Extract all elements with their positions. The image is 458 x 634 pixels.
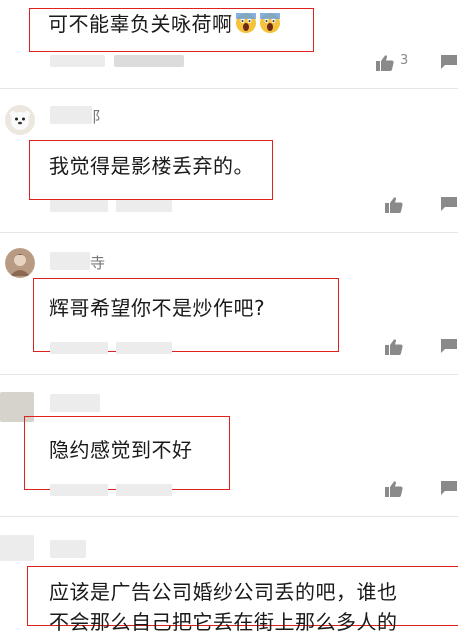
comment-text: 我觉得是影楼丢弃的。 [49, 154, 254, 178]
comment-text-line: 应该是广告公司婚纱公司丢的吧，谁也 [49, 580, 398, 604]
username-fragment: 寺 [90, 254, 106, 272]
blurred-timestamp [116, 484, 172, 496]
like-icon[interactable] [385, 481, 403, 497]
divider [0, 88, 458, 89]
like-icon[interactable] [385, 197, 403, 213]
avatar[interactable] [5, 105, 35, 135]
reply-icon[interactable] [441, 55, 457, 69]
blurred-username [50, 394, 100, 412]
comment-text-body: 可不能辜负关咏荷啊 [48, 12, 233, 36]
blurred-timestamp [50, 484, 108, 496]
avatar[interactable] [5, 248, 35, 278]
blurred-avatar [0, 535, 34, 561]
divider [0, 232, 458, 233]
blurred-username [50, 252, 90, 270]
comment-text: 隐约感觉到不好 [49, 438, 193, 462]
reply-icon[interactable] [441, 481, 457, 495]
blurred-timestamp [50, 55, 105, 67]
reply-icon[interactable] [441, 197, 457, 211]
blurred-timestamp [50, 200, 108, 212]
reply-icon[interactable] [441, 339, 457, 353]
comment-text-line: 不会那么自己把它丢在街上那么多人的 [49, 610, 398, 634]
comment-text: 辉哥希望你不是炒作吧? [49, 296, 266, 320]
divider [0, 516, 458, 517]
divider [0, 374, 458, 375]
like-icon[interactable] [376, 55, 394, 71]
blurred-timestamp [114, 55, 184, 67]
blurred-timestamp [116, 200, 172, 212]
blurred-timestamp [50, 342, 108, 354]
like-icon[interactable] [385, 339, 403, 355]
blurred-username [50, 106, 92, 124]
like-count: 3 [400, 53, 409, 68]
blurred-username [50, 540, 86, 558]
blurred-timestamp [116, 342, 172, 354]
screaming-face-icon [259, 12, 281, 34]
screaming-face-icon [235, 12, 257, 34]
comment-text: 可不能辜负关咏荷啊 [48, 12, 281, 36]
username-fragment: 阝 [92, 108, 108, 126]
